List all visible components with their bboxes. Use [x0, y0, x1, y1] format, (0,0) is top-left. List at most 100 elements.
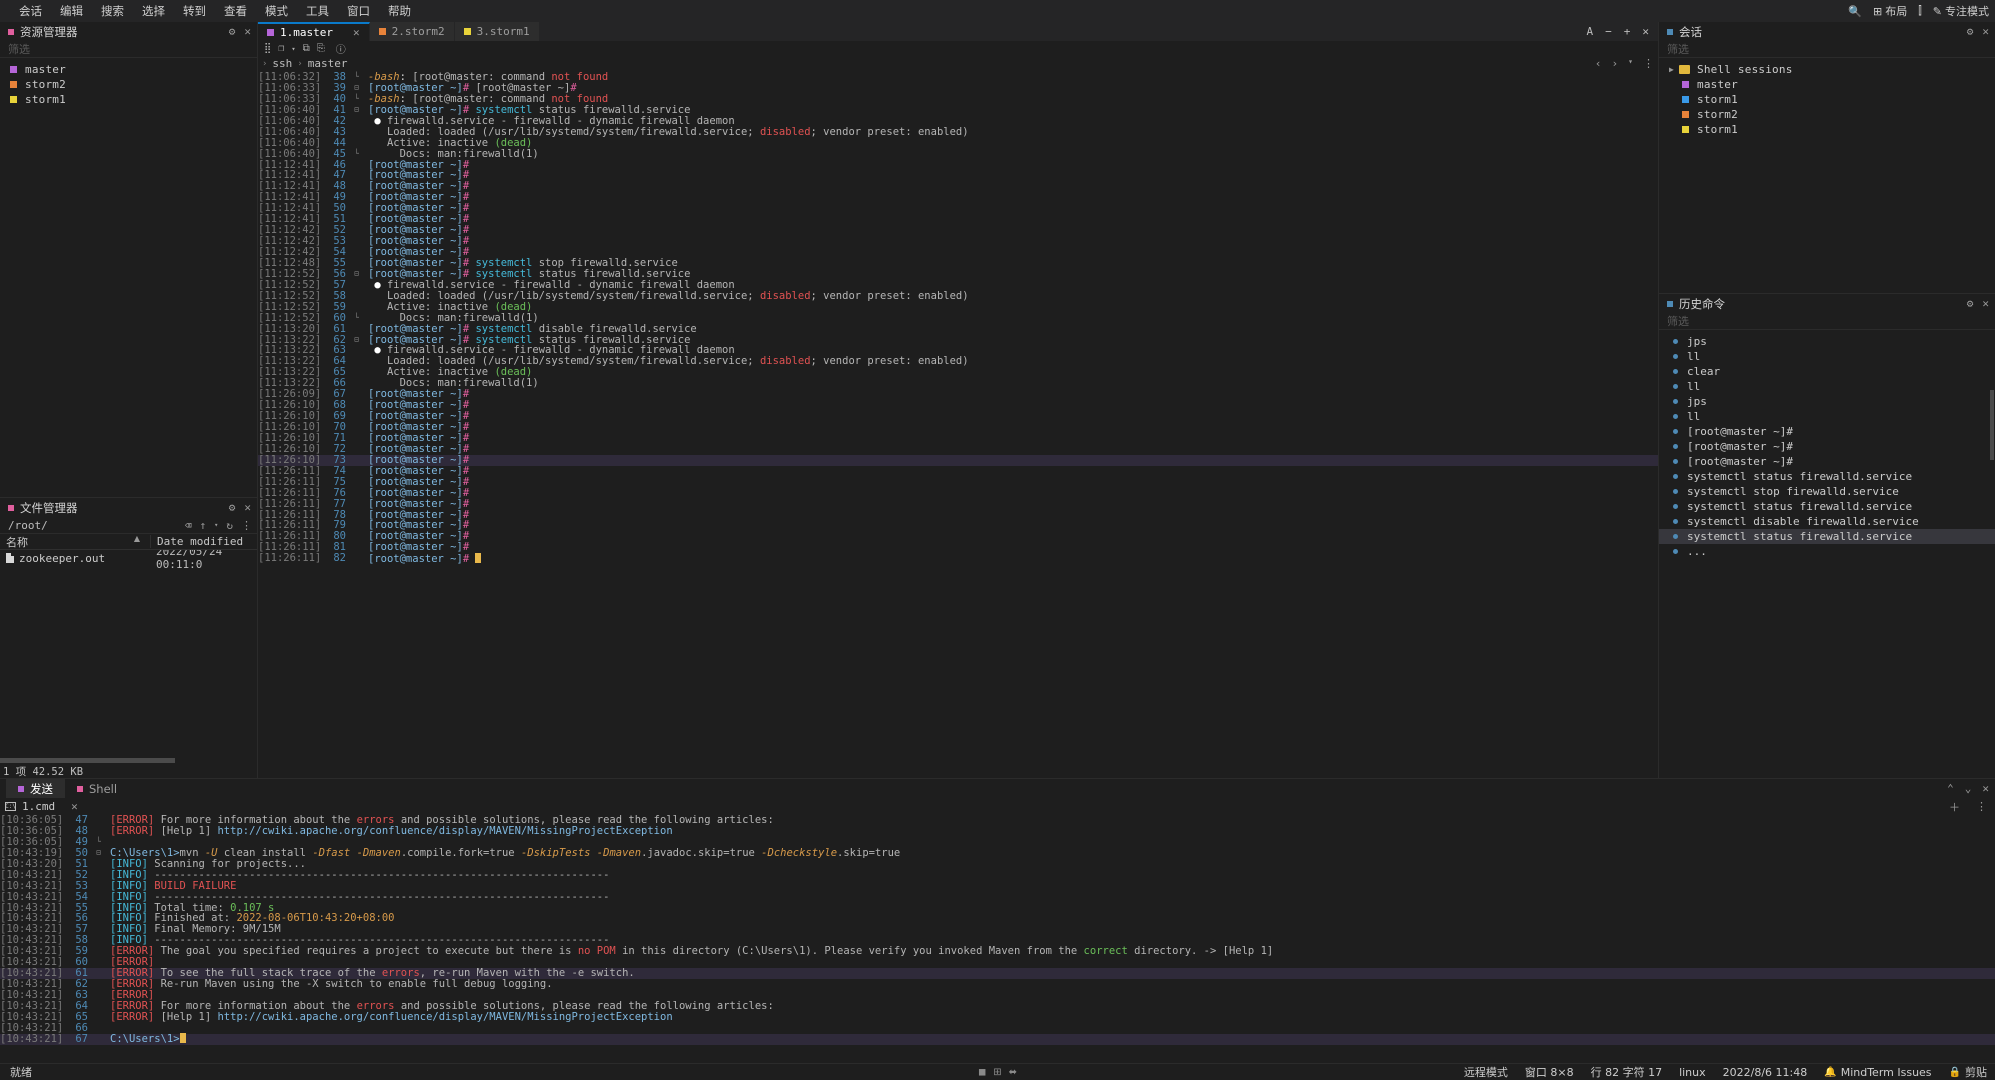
fold-marker[interactable]: └: [350, 72, 363, 83]
fold-marker[interactable]: ⊟: [350, 83, 363, 94]
menu-item-7[interactable]: 工具: [297, 1, 338, 21]
gear-icon[interactable]: ⚙: [1967, 297, 1974, 310]
history-item[interactable]: ll: [1659, 379, 1995, 394]
close-icon[interactable]: ✕: [1982, 782, 1989, 795]
status-item-2[interactable]: 行 82 字符 17: [1591, 1064, 1662, 1080]
history-item[interactable]: clear: [1659, 364, 1995, 379]
font-size-button[interactable]: A: [1587, 25, 1594, 38]
session-item-storm1[interactable]: storm1: [1659, 122, 1995, 137]
zoom-in-button[interactable]: +: [1624, 25, 1631, 38]
close-icon[interactable]: ✕: [1982, 25, 1989, 38]
history-item[interactable]: systemctl status firewalld.service: [1659, 529, 1995, 544]
refresh-icon[interactable]: ↻: [226, 519, 233, 532]
status-item-3[interactable]: linux: [1679, 1066, 1706, 1079]
paste-icon[interactable]: ⎘: [317, 43, 325, 54]
menu-item-9[interactable]: 帮助: [379, 1, 420, 21]
fold-marker[interactable]: ⊟: [350, 269, 363, 280]
history-filter-input[interactable]: 筛选: [1659, 313, 1995, 330]
history-item[interactable]: systemctl status firewalld.service: [1659, 469, 1995, 484]
terminal-tab-1.master[interactable]: 1.master ✕: [258, 22, 370, 41]
history-item[interactable]: ll: [1659, 409, 1995, 424]
expand-icon[interactable]: ⌄: [1965, 782, 1972, 795]
grid-icon[interactable]: ⊞: [993, 1067, 1001, 1078]
path-input[interactable]: /root/: [8, 519, 177, 532]
menu-item-8[interactable]: 窗口: [338, 1, 379, 21]
close-icon[interactable]: ✕: [71, 800, 78, 813]
layout-button[interactable]: ⊞ 布局: [1873, 3, 1907, 19]
vertical-scrollbar[interactable]: [1990, 390, 1994, 460]
status-item-5[interactable]: 🔔 MindTerm Issues: [1824, 1066, 1931, 1079]
bottom-sub-tab-label[interactable]: 1.cmd: [22, 800, 55, 813]
menu-item-5[interactable]: 查看: [215, 1, 256, 21]
sessions-filter-input[interactable]: 筛选: [1659, 41, 1995, 58]
new-tab-icon[interactable]: ❐: [278, 43, 284, 54]
history-item[interactable]: [root@master ~]#: [1659, 439, 1995, 454]
copy-icon[interactable]: ⧉: [303, 43, 310, 54]
fold-marker[interactable]: ⊟: [350, 335, 363, 346]
session-item-master[interactable]: master: [1659, 77, 1995, 92]
zoom-out-button[interactable]: −: [1605, 25, 1612, 38]
horizontal-scrollbar[interactable]: [0, 758, 175, 763]
menu-item-6[interactable]: 模式: [256, 1, 297, 21]
up-arrow-icon[interactable]: ↑: [200, 519, 207, 532]
close-icon[interactable]: ✕: [244, 501, 251, 514]
menu-item-1[interactable]: 编辑: [51, 1, 92, 21]
status-item-1[interactable]: 窗口 8×8: [1525, 1064, 1574, 1080]
focus-mode-button[interactable]: ✎ 专注模式: [1933, 3, 1989, 19]
history-item[interactable]: systemctl stop firewalld.service: [1659, 484, 1995, 499]
bottom-tab-发送[interactable]: 发送: [6, 779, 65, 798]
menu-item-4[interactable]: 转到: [174, 1, 215, 21]
explorer-item-master[interactable]: master: [0, 62, 257, 77]
collapse-icon[interactable]: ⌃: [1947, 782, 1954, 795]
split-icon[interactable]: ⫿: [1918, 4, 1922, 18]
status-item-4[interactable]: 2022/8/6 11:48: [1723, 1066, 1808, 1079]
fold-marker[interactable]: └: [350, 94, 363, 105]
dropdown-icon[interactable]: ▾: [214, 521, 218, 529]
history-item[interactable]: [root@master ~]#: [1659, 454, 1995, 469]
add-tab-icon[interactable]: ＋: [1949, 799, 1970, 815]
close-panel-button[interactable]: ✕: [1642, 25, 1649, 38]
fold-marker[interactable]: └: [92, 837, 105, 848]
backspace-icon[interactable]: ⌫: [185, 519, 192, 532]
more-icon[interactable]: ⋮: [1976, 800, 1995, 813]
grip-icon[interactable]: ⣿: [264, 43, 271, 54]
column-header-name[interactable]: 名称 ▲: [0, 534, 150, 550]
file-row[interactable]: zookeeper.out 2022/05/24 00:11:0: [0, 550, 257, 571]
sessions-root-folder[interactable]: ▶ Shell sessions: [1659, 62, 1995, 77]
bottom-terminal-output[interactable]: [10:36:05] 47 [ERROR] For more information…: [0, 815, 1995, 1063]
history-item[interactable]: [root@master ~]#: [1659, 424, 1995, 439]
menu-item-0[interactable]: 会话: [10, 1, 51, 21]
close-icon[interactable]: ✕: [1982, 297, 1989, 310]
next-icon[interactable]: ›: [1612, 57, 1619, 70]
gear-icon[interactable]: ⚙: [229, 25, 236, 38]
status-item-0[interactable]: 远程模式: [1464, 1064, 1508, 1080]
resize-icon[interactable]: ⬌: [1009, 1067, 1017, 1078]
record-icon[interactable]: ◼: [978, 1067, 986, 1078]
session-item-storm1[interactable]: storm1: [1659, 92, 1995, 107]
breadcrumb-item-ssh[interactable]: ssh: [272, 57, 292, 70]
prev-icon[interactable]: ‹: [1595, 57, 1602, 70]
close-icon[interactable]: ✕: [244, 25, 251, 38]
terminal-tab-2.storm2[interactable]: 2.storm2: [369, 22, 455, 41]
history-item[interactable]: jps: [1659, 334, 1995, 349]
status-item-6[interactable]: 🔒 剪贴: [1949, 1064, 1987, 1080]
terminal-tab-3.storm1[interactable]: 3.storm1: [454, 22, 540, 41]
info-icon[interactable]: ⓘ: [336, 41, 346, 56]
chevron-right-icon[interactable]: ▶: [1669, 65, 1678, 74]
bottom-tab-Shell[interactable]: Shell: [65, 779, 129, 798]
fold-marker[interactable]: ⊟: [92, 848, 105, 859]
explorer-filter-input[interactable]: 筛选: [0, 41, 257, 58]
more-icon[interactable]: ⋮: [241, 519, 252, 532]
gear-icon[interactable]: ⚙: [1967, 25, 1974, 38]
fold-marker[interactable]: └: [350, 149, 363, 160]
history-item[interactable]: jps: [1659, 394, 1995, 409]
search-icon[interactable]: 🔍: [1848, 5, 1862, 18]
more-icon[interactable]: ⋮: [1643, 57, 1654, 70]
column-header-date[interactable]: Date modified: [150, 535, 257, 548]
explorer-item-storm2[interactable]: storm2: [0, 77, 257, 92]
chevron-down-icon[interactable]: ▾: [1628, 57, 1633, 70]
history-item[interactable]: systemctl status firewalld.service: [1659, 499, 1995, 514]
explorer-item-storm1[interactable]: storm1: [0, 92, 257, 107]
menu-item-3[interactable]: 选择: [133, 1, 174, 21]
history-item[interactable]: ll: [1659, 349, 1995, 364]
